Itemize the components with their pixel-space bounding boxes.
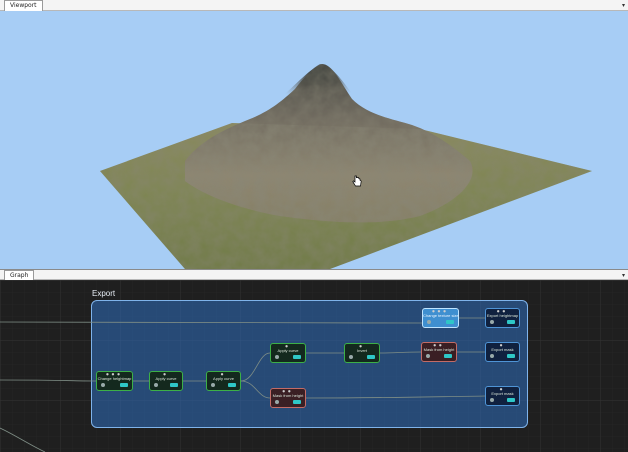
3d-viewport[interactable] xyxy=(0,11,628,269)
node-change-heightmap[interactable]: ●●● Change heightmap xyxy=(96,371,133,391)
node-export-heightmap[interactable]: ●● Export heightmap xyxy=(485,308,520,328)
node-toggle[interactable] xyxy=(490,398,515,402)
node-connections xyxy=(0,317,486,452)
node-mask-from-height-1[interactable]: ●● Mask from height xyxy=(421,342,457,362)
node-change-texture-size[interactable]: ●●● Change texture size xyxy=(422,308,459,328)
node-label: Apply curve xyxy=(213,376,234,381)
node-toggle[interactable] xyxy=(349,355,375,359)
node-toggle[interactable] xyxy=(275,355,301,359)
graph-panel-header: Graph ▾ xyxy=(0,269,628,281)
node-apply-curve-2[interactable]: ● Apply curve xyxy=(206,371,241,391)
terrain-render xyxy=(100,64,592,269)
node-graph-canvas[interactable]: Export ●●● Change heightmap ● Apply curv… xyxy=(0,280,628,452)
node-label: Mask from height xyxy=(272,393,304,398)
wire-curve2-mask2 xyxy=(240,380,271,399)
node-apply-curve-3[interactable]: ● Apply curve xyxy=(270,343,306,363)
node-toggle[interactable] xyxy=(427,320,454,324)
node-label: Apply curve xyxy=(277,348,299,353)
node-toggle[interactable] xyxy=(490,320,515,324)
viewport-tab[interactable]: Viewport xyxy=(4,0,43,11)
node-label: Change heightmap xyxy=(97,376,132,381)
chevron-down-icon[interactable]: ▾ xyxy=(622,0,625,11)
node-label: Export mask xyxy=(491,347,514,352)
wire-invert-mask1 xyxy=(379,351,422,354)
node-toggle[interactable] xyxy=(490,354,515,358)
wire-curve2-curve3 xyxy=(240,352,271,382)
node-label: Apply curve xyxy=(155,376,177,381)
node-invert[interactable]: ● Invert xyxy=(344,343,380,363)
node-toggle[interactable] xyxy=(211,383,236,387)
wire-incoming-bottom xyxy=(0,379,97,382)
node-label: Export heightmap xyxy=(486,313,519,318)
node-label: Mask from height xyxy=(423,347,455,352)
node-label: Change texture size xyxy=(423,313,459,318)
node-label: Invert xyxy=(356,348,367,353)
node-toggle[interactable] xyxy=(101,383,128,387)
node-mask-from-height-2[interactable]: ●● Mask from height xyxy=(270,388,306,408)
node-label: Export mask xyxy=(491,391,514,396)
viewport-panel-header: Viewport ▾ xyxy=(0,0,628,11)
wire-incoming-top xyxy=(0,321,423,324)
node-export-mask-2[interactable]: ● Export mask xyxy=(485,386,520,406)
node-apply-curve-1[interactable]: ● Apply curve xyxy=(149,371,183,391)
wire-bottom-diag xyxy=(0,427,46,452)
wire-mask2-export2 xyxy=(305,395,486,399)
node-toggle[interactable] xyxy=(426,354,452,358)
node-export-mask-1[interactable]: ● Export mask xyxy=(485,342,520,362)
hand-cursor-icon xyxy=(352,175,362,187)
node-toggle[interactable] xyxy=(275,400,301,404)
node-toggle[interactable] xyxy=(154,383,178,387)
